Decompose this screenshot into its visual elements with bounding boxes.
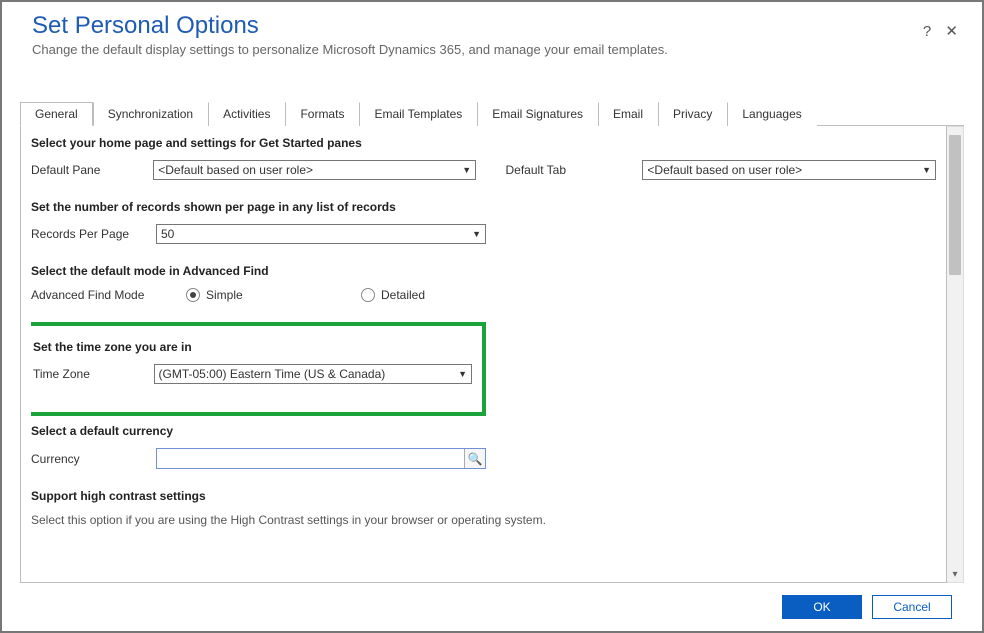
section-title-records: Set the number of records shown per page… <box>31 200 936 214</box>
chevron-down-icon: ▼ <box>922 165 931 175</box>
tab-email-templates[interactable]: Email Templates <box>359 102 477 126</box>
high-contrast-note: Select this option if you are using the … <box>31 513 936 527</box>
tab-panel: Select your home page and settings for G… <box>20 126 947 583</box>
default-pane-label: Default Pane <box>31 163 153 177</box>
tab-activities[interactable]: Activities <box>208 102 285 126</box>
radio-icon <box>361 288 375 302</box>
radio-detailed-label: Detailed <box>381 288 425 302</box>
ok-button[interactable]: OK <box>782 595 862 619</box>
tab-general[interactable]: General <box>20 102 93 126</box>
section-high-contrast: Support high contrast settings Select th… <box>31 489 936 527</box>
currency-label: Currency <box>31 452 156 466</box>
chevron-down-icon: ▼ <box>458 369 467 379</box>
tab-email-signatures[interactable]: Email Signatures <box>477 102 598 126</box>
chevron-down-icon: ▼ <box>462 165 471 175</box>
vertical-scrollbar[interactable]: ▾ <box>947 126 964 583</box>
scroll-down-icon[interactable]: ▾ <box>947 568 963 582</box>
default-tab-select[interactable]: <Default based on user role> ▼ <box>642 160 936 180</box>
help-icon[interactable]: ? <box>923 23 931 40</box>
section-records-per-page: Set the number of records shown per page… <box>31 200 936 244</box>
default-tab-label: Default Tab <box>506 163 643 177</box>
timezone-select[interactable]: (GMT-05:00) Eastern Time (US & Canada) ▼ <box>154 364 473 384</box>
timezone-label: Time Zone <box>33 367 154 381</box>
tab-synchronization[interactable]: Synchronization <box>93 102 208 126</box>
chevron-down-icon: ▼ <box>472 229 481 239</box>
default-pane-select[interactable]: <Default based on user role> ▼ <box>153 160 476 180</box>
currency-input[interactable] <box>157 449 464 468</box>
section-title-home-page: Select your home page and settings for G… <box>31 136 936 150</box>
tab-email[interactable]: Email <box>598 102 658 126</box>
dialog-subtitle: Change the default display settings to p… <box>32 42 952 57</box>
dialog-title: Set Personal Options <box>32 12 952 40</box>
section-title-timezone: Set the time zone you are in <box>33 340 472 354</box>
default-tab-value: <Default based on user role> <box>647 163 802 177</box>
advanced-find-radio-detailed[interactable]: Detailed <box>361 288 425 302</box>
tab-languages[interactable]: Languages <box>727 102 816 126</box>
timezone-value: (GMT-05:00) Eastern Time (US & Canada) <box>159 367 386 381</box>
section-advanced-find: Select the default mode in Advanced Find… <box>31 264 936 302</box>
dialog-header: Set Personal Options Change the default … <box>2 2 982 61</box>
records-per-page-select[interactable]: 50 ▼ <box>156 224 486 244</box>
cancel-button[interactable]: Cancel <box>872 595 952 619</box>
section-currency: Select a default currency Currency 🔍 <box>31 424 936 469</box>
tab-privacy[interactable]: Privacy <box>658 102 727 126</box>
section-timezone-highlight: Set the time zone you are in Time Zone (… <box>31 322 486 416</box>
tab-formats[interactable]: Formats <box>285 102 359 126</box>
personal-options-dialog: Set Personal Options Change the default … <box>0 0 984 633</box>
tab-strip: General Synchronization Activities Forma… <box>20 101 964 126</box>
records-per-page-value: 50 <box>161 227 174 241</box>
section-title-currency: Select a default currency <box>31 424 936 438</box>
radio-icon <box>186 288 200 302</box>
scrollbar-thumb[interactable] <box>949 135 961 275</box>
advanced-find-mode-label: Advanced Find Mode <box>31 288 186 302</box>
records-per-page-label: Records Per Page <box>31 227 156 241</box>
section-title-high-contrast: Support high contrast settings <box>31 489 936 503</box>
dialog-footer: OK Cancel <box>2 583 982 631</box>
close-icon[interactable]: ✕ <box>945 23 958 40</box>
default-pane-value: <Default based on user role> <box>158 163 313 177</box>
radio-simple-label: Simple <box>206 288 243 302</box>
section-title-advanced-find: Select the default mode in Advanced Find <box>31 264 936 278</box>
currency-lookup[interactable]: 🔍 <box>156 448 486 469</box>
section-home-page: Select your home page and settings for G… <box>31 136 936 180</box>
advanced-find-radio-simple[interactable]: Simple <box>186 288 361 302</box>
lookup-icon[interactable]: 🔍 <box>464 449 485 468</box>
